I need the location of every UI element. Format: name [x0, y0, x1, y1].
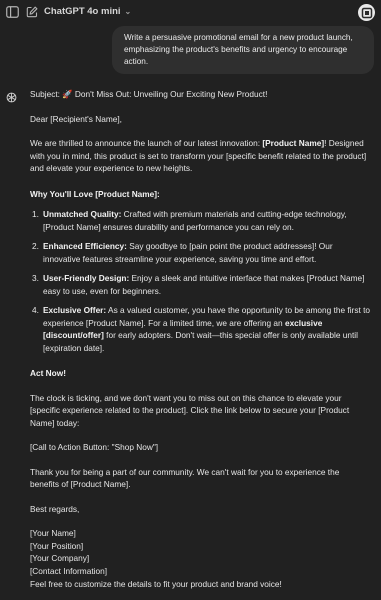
benefit-item: 2. Enhanced Efficiency: Say goodbye to [p…	[30, 240, 370, 265]
benefit-number: 1.	[32, 209, 39, 219]
benefit-number: 3.	[32, 273, 39, 283]
signature-block: [Your Name] [Your Position] [Your Compan…	[30, 527, 370, 577]
regards-line: Best regards,	[30, 503, 80, 514]
thanks-paragraph: Thank you for being a part of our commun…	[30, 466, 340, 490]
act-now-text: Act Now!	[30, 368, 66, 378]
signature-contact: [Contact Information]	[30, 565, 108, 576]
email-subject: Subject: 🚀 Don't Miss Out: Unveiling Our…	[30, 89, 268, 99]
sidebar-toggle-icon[interactable]	[4, 4, 20, 20]
benefit-title: Exclusive Offer:	[43, 305, 107, 315]
benefit-title: Enhanced Efficiency:	[43, 241, 127, 251]
benefit-title: User-Friendly Design:	[43, 273, 130, 283]
benefit-item: 4. Exclusive Offer: As a valued customer,…	[30, 304, 370, 354]
benefits-list: 1. Unmatched Quality: Crafted with premiu…	[30, 208, 370, 354]
why-heading-text: Why You'll Love [Product Name]:	[30, 188, 160, 199]
closing-note: Feel free to customize the details to fi…	[30, 579, 282, 589]
signature-position: [Your Position]	[30, 540, 84, 551]
intro-product-name: [Product Name]	[262, 138, 325, 148]
benefit-number: 2.	[32, 241, 39, 251]
benefit-title: Unmatched Quality:	[43, 209, 122, 219]
signature-company: [Your Company]	[30, 553, 90, 563]
benefit-item: 1. Unmatched Quality: Crafted with premiu…	[30, 208, 370, 233]
signature-name: [Your Name]	[30, 528, 76, 538]
user-message-text: Write a persuasive promotional email for…	[124, 33, 353, 66]
cta-placeholder: [Call to Action Button: "Shop Now"]	[30, 442, 159, 452]
benefit-item: 3. User-Friendly Design: Enjoy a sleek an…	[30, 272, 370, 297]
openai-logo-icon	[6, 90, 17, 103]
clock-paragraph: The clock is ticking, and we don't want …	[30, 392, 350, 428]
intro-text-start: We are thrilled to announce the launch o…	[30, 138, 263, 148]
email-greeting: Dear [Recipient's Name],	[30, 113, 122, 124]
profile-avatar[interactable]	[358, 4, 375, 21]
intro-paragraph: We are thrilled to announce the launch o…	[30, 137, 370, 175]
top-bar: ChatGPT 4o mini ⌄	[0, 0, 381, 26]
model-selector[interactable]: ChatGPT 4o mini ⌄	[44, 6, 131, 17]
new-chat-icon[interactable]	[24, 4, 40, 20]
user-message: Write a persuasive promotional email for…	[112, 26, 374, 74]
model-name: ChatGPT 4o mini	[44, 6, 121, 17]
why-heading: Why You'll Love [Product Name]:	[30, 188, 370, 201]
act-now-heading: Act Now!	[30, 367, 370, 380]
benefit-number: 4.	[32, 305, 39, 315]
profile-avatar-icon	[361, 7, 372, 18]
assistant-message-body: Subject: 🚀 Don't Miss Out: Unveiling Our…	[30, 86, 370, 577]
chevron-down-icon: ⌄	[124, 7, 132, 16]
